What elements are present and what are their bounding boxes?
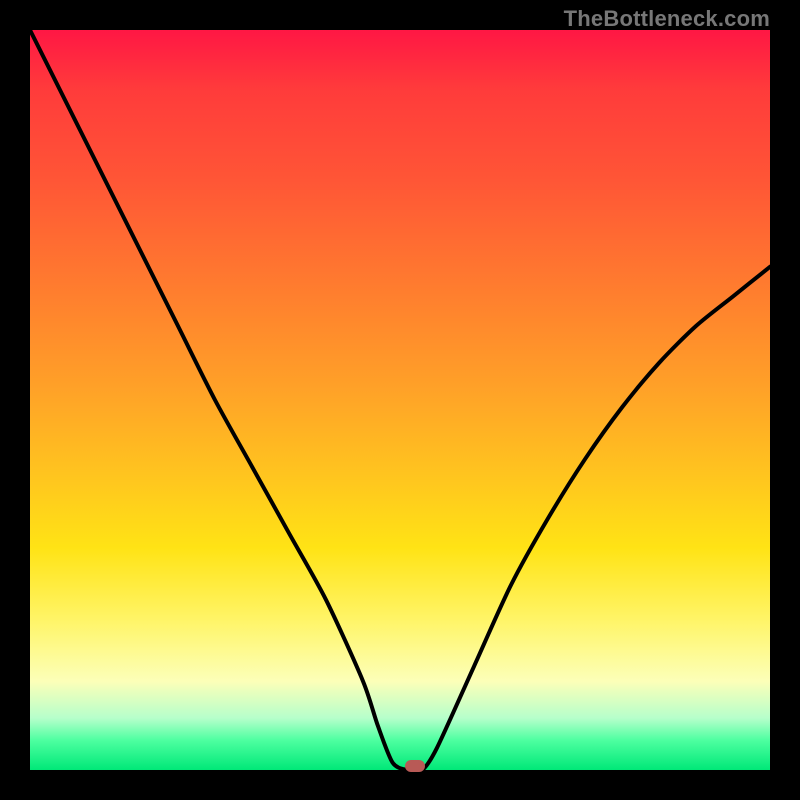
curve-svg — [30, 30, 770, 770]
bottleneck-curve-path — [30, 30, 770, 770]
optimal-marker — [405, 760, 425, 772]
watermark-text: TheBottleneck.com — [564, 6, 770, 32]
plot-area — [30, 30, 770, 770]
chart-frame: TheBottleneck.com — [0, 0, 800, 800]
